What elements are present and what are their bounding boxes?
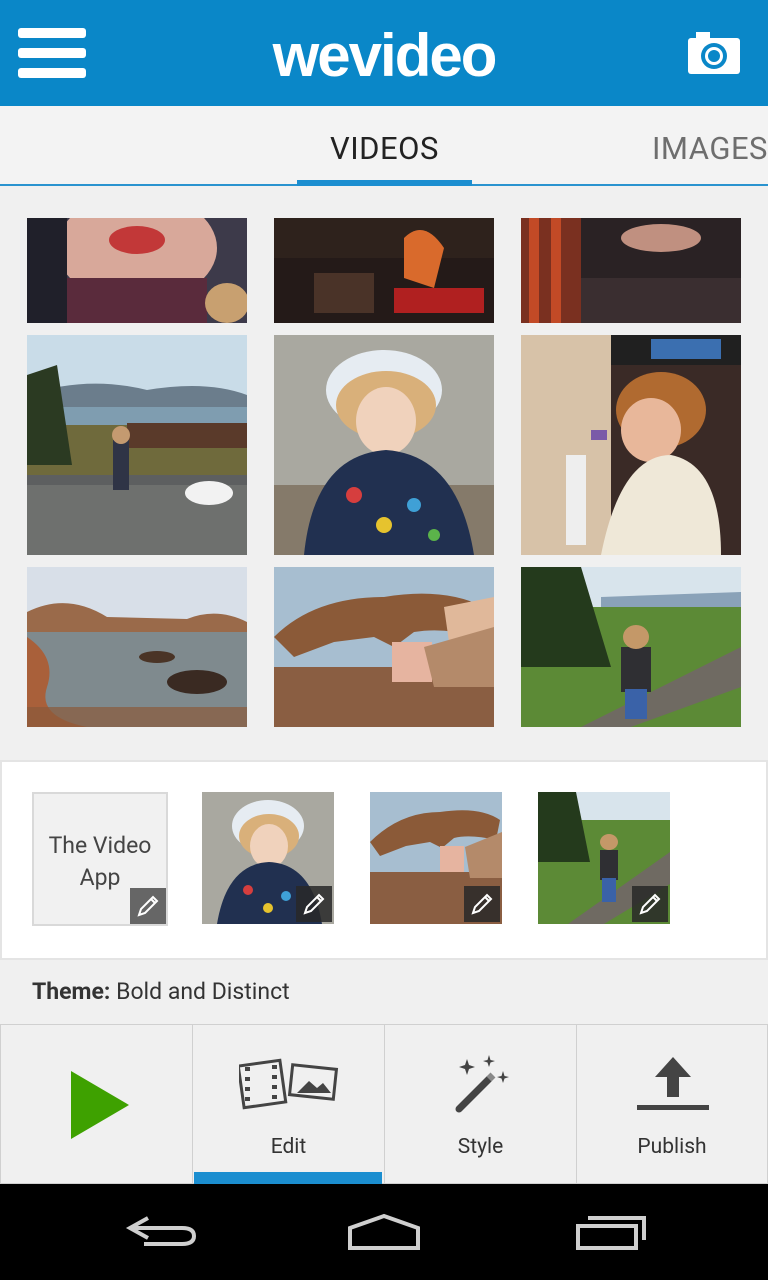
video-thumbnail[interactable] (27, 567, 247, 727)
pencil-icon[interactable] (632, 886, 668, 922)
style-button[interactable]: Style (384, 1024, 577, 1184)
theme-label: Theme: (32, 978, 111, 1005)
play-icon (71, 1071, 129, 1139)
tab-images[interactable]: IMAGES (652, 130, 768, 167)
video-thumbnail[interactable] (521, 218, 741, 323)
video-thumbnail[interactable] (521, 567, 741, 727)
publish-button[interactable]: Publish (576, 1024, 768, 1184)
edit-label: Edit (270, 1135, 307, 1159)
tab-videos[interactable]: VIDEOS (330, 130, 439, 167)
video-thumbnail[interactable] (27, 218, 247, 323)
pencil-icon[interactable] (464, 886, 500, 922)
tab-indicator (297, 180, 472, 186)
edit-active-indicator (194, 1172, 382, 1184)
video-thumbnail[interactable] (521, 335, 741, 555)
title-clip[interactable]: The Video App (32, 792, 168, 926)
timeline-clip[interactable] (202, 792, 334, 924)
video-thumbnail[interactable] (274, 567, 494, 727)
style-label: Style (457, 1135, 504, 1159)
title-clip-text: The Video App (48, 832, 152, 891)
camera-icon[interactable] (686, 28, 742, 76)
back-icon[interactable] (120, 1204, 210, 1260)
play-button[interactable] (0, 1024, 193, 1184)
video-thumbnail[interactable] (274, 335, 494, 555)
video-thumbnail[interactable] (274, 218, 494, 323)
edit-button[interactable]: Edit (192, 1024, 385, 1184)
film-and-photo-icon (239, 1058, 339, 1110)
media-tabs: VIDEOS IMAGES (0, 106, 768, 186)
theme-value: Bold and Distinct (116, 978, 290, 1005)
system-nav-bar (0, 1184, 768, 1280)
timeline-clip[interactable] (370, 792, 502, 924)
pencil-icon[interactable] (130, 888, 166, 924)
magic-wand-icon (455, 1055, 509, 1113)
home-icon[interactable] (340, 1204, 430, 1260)
video-thumbnail[interactable] (27, 335, 247, 555)
pencil-icon[interactable] (296, 886, 332, 922)
recent-apps-icon[interactable] (570, 1204, 660, 1260)
publish-label: Publish (637, 1135, 707, 1159)
app-bar: wevideo (0, 0, 768, 106)
brand-logo: wevideo (272, 22, 498, 89)
timeline-clip[interactable] (538, 792, 670, 924)
theme-row[interactable]: Theme: Bold and Distinct (32, 978, 290, 1005)
upload-icon (637, 1057, 709, 1110)
